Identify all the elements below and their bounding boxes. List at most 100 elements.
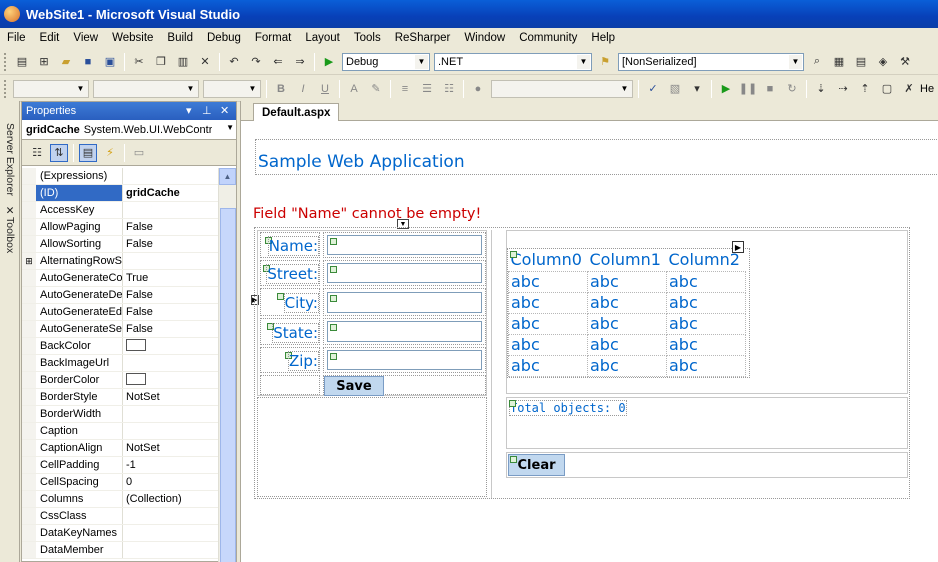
toolbar-grip[interactable] xyxy=(4,52,8,71)
property-row[interactable]: Columns (Collection) xyxy=(22,491,218,508)
property-name[interactable]: AllowSorting xyxy=(36,236,123,252)
property-value[interactable]: NotSet xyxy=(123,389,218,405)
property-value[interactable]: NotSet xyxy=(123,440,218,456)
property-value[interactable] xyxy=(123,202,218,218)
menu-help[interactable]: Help xyxy=(584,32,622,44)
save-icon[interactable]: ■ xyxy=(79,53,97,71)
name-input[interactable] xyxy=(327,235,482,255)
property-row[interactable]: (Expressions) xyxy=(22,168,218,185)
property-name[interactable]: AutoGenerateEdi xyxy=(36,304,123,320)
property-value[interactable] xyxy=(123,372,218,388)
expand-icon[interactable]: ⊞ xyxy=(22,253,36,269)
property-value[interactable] xyxy=(123,406,218,422)
step-over-icon[interactable]: ⇢ xyxy=(834,80,852,98)
grid-cell[interactable]: abc xyxy=(587,291,667,314)
color-swatch[interactable] xyxy=(126,339,146,352)
bold-icon[interactable]: B xyxy=(272,80,290,98)
solution-explorer-icon[interactable]: ▦ xyxy=(830,53,848,71)
object-browser-icon[interactable]: ◈ xyxy=(874,53,892,71)
restart-icon[interactable]: ↻ xyxy=(783,80,801,98)
property-value[interactable]: (Collection) xyxy=(123,491,218,507)
grid-smart-tag-icon[interactable]: ▶ xyxy=(732,241,744,253)
property-name[interactable]: DataMember xyxy=(36,542,123,558)
property-name[interactable]: AccessKey xyxy=(36,202,123,218)
numbering-icon[interactable]: ☷ xyxy=(440,80,458,98)
property-row[interactable]: CaptionAlign NotSet xyxy=(22,440,218,457)
chevron-down-icon[interactable]: ▼ xyxy=(415,54,428,69)
property-row[interactable]: CellSpacing 0 xyxy=(22,474,218,491)
step-into-icon[interactable]: ⇣ xyxy=(812,80,830,98)
property-name[interactable]: BackColor xyxy=(36,338,123,354)
grid-cell[interactable]: abc xyxy=(508,270,588,293)
grid-cell[interactable]: abc xyxy=(508,291,588,314)
navigate-forward-icon[interactable]: ⇒ xyxy=(291,53,309,71)
chevron-down-icon[interactable]: ▼ xyxy=(618,81,631,96)
grid-cell[interactable]: abc xyxy=(666,270,746,293)
state-input[interactable] xyxy=(327,321,482,342)
grid-cell[interactable]: abc xyxy=(666,291,746,314)
grid-cell[interactable]: abc xyxy=(508,354,588,377)
property-row[interactable]: CssClass xyxy=(22,508,218,525)
justify-icon[interactable]: ≡ xyxy=(396,80,414,98)
property-row[interactable]: CellPadding -1 xyxy=(22,457,218,474)
menu-community[interactable]: Community xyxy=(512,32,584,44)
menu-view[interactable]: View xyxy=(66,32,105,44)
grid-cell[interactable]: abc xyxy=(587,333,667,356)
property-name[interactable]: AlternatingRowSt xyxy=(36,253,123,269)
property-value[interactable]: -1 xyxy=(123,457,218,473)
cut-icon[interactable]: ✂ xyxy=(130,53,148,71)
property-name[interactable]: CaptionAlign xyxy=(36,440,123,456)
property-value[interactable]: False xyxy=(123,236,218,252)
property-row[interactable]: (ID) gridCache xyxy=(22,185,218,202)
grid-cell[interactable]: abc xyxy=(666,354,746,377)
property-row[interactable]: AllowPaging False xyxy=(22,219,218,236)
property-row[interactable]: BackColor xyxy=(22,338,218,355)
property-name[interactable]: Caption xyxy=(36,423,123,439)
run-icon[interactable]: ▶ xyxy=(717,80,735,98)
property-row[interactable]: Caption xyxy=(22,423,218,440)
property-row[interactable]: AutoGenerateEdi False xyxy=(22,304,218,321)
paste-icon[interactable]: ▥ xyxy=(174,53,192,71)
toolbar-overflow-icon[interactable]: ▾ xyxy=(688,80,706,98)
events-icon[interactable]: ⚡ xyxy=(101,144,119,162)
property-value[interactable] xyxy=(123,423,218,439)
grid-cell[interactable]: abc xyxy=(587,270,667,293)
background-color-icon[interactable]: ✎ xyxy=(367,80,385,98)
property-name[interactable]: BorderColor xyxy=(36,372,123,388)
property-name[interactable]: CssClass xyxy=(36,508,123,524)
property-row[interactable]: AutoGenerateSel False xyxy=(22,321,218,338)
categorized-icon[interactable]: ☷ xyxy=(28,144,46,162)
property-value[interactable] xyxy=(123,355,218,371)
property-row[interactable]: AutoGenerateCo True xyxy=(22,270,218,287)
properties-view-icon[interactable]: ▤ xyxy=(79,143,97,162)
grid-cell[interactable]: abc xyxy=(666,312,746,335)
menu-window[interactable]: Window xyxy=(457,32,512,44)
grid-cell[interactable]: abc xyxy=(587,354,667,377)
property-row[interactable]: AutoGenerateDe False xyxy=(22,287,218,304)
menu-build[interactable]: Build xyxy=(160,32,200,44)
auto-hide-pin-icon[interactable]: ⊥ xyxy=(202,104,212,117)
property-name[interactable]: AllowPaging xyxy=(36,219,123,235)
font-size-combo[interactable]: ▼ xyxy=(203,79,261,98)
menu-edit[interactable]: Edit xyxy=(33,32,67,44)
property-value[interactable] xyxy=(123,508,218,524)
property-name[interactable]: BorderStyle xyxy=(36,389,123,405)
chevron-down-icon[interactable]: ▼ xyxy=(226,123,234,132)
grid-cell[interactable]: abc xyxy=(666,333,746,356)
property-name[interactable]: (Expressions) xyxy=(36,168,123,184)
property-name[interactable]: DataKeyNames xyxy=(36,525,123,541)
property-name[interactable]: AutoGenerateDe xyxy=(36,287,123,303)
server-explorer-tab[interactable]: Server Explorer xyxy=(2,123,18,211)
hex-display-icon[interactable]: ✗ xyxy=(900,80,918,98)
step-out-icon[interactable]: ⇡ xyxy=(856,80,874,98)
property-row[interactable]: BorderWidth xyxy=(22,406,218,423)
italic-icon[interactable]: I xyxy=(294,80,312,98)
property-value[interactable]: False xyxy=(123,304,218,320)
property-row[interactable]: AccessKey xyxy=(22,202,218,219)
grid-cell[interactable]: abc xyxy=(508,312,588,335)
properties-window-icon[interactable]: ▤ xyxy=(852,53,870,71)
scroll-up-icon[interactable]: ▲ xyxy=(219,168,236,185)
property-name[interactable]: CellPadding xyxy=(36,457,123,473)
property-name[interactable]: CellSpacing xyxy=(36,474,123,490)
toolbox-tab[interactable]: ✕ Toolbox xyxy=(2,205,18,265)
